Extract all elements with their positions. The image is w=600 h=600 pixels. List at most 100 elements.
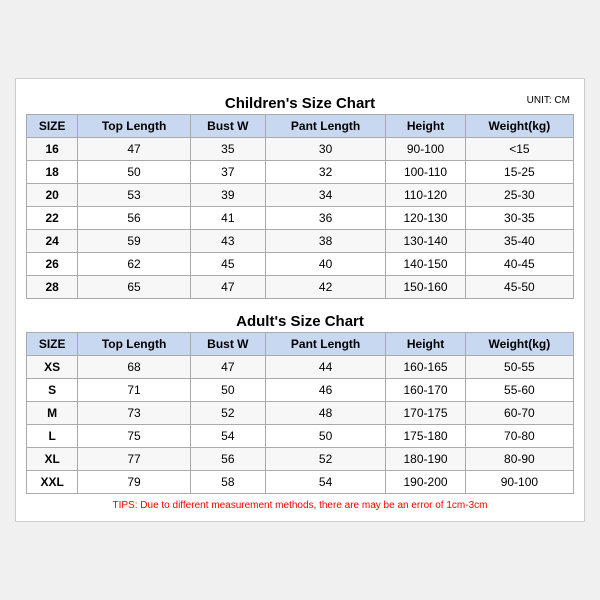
- table-cell: 59: [78, 230, 191, 253]
- table-cell: 90-100: [465, 471, 573, 494]
- table-cell: 20: [27, 184, 78, 207]
- table-cell: 46: [265, 379, 385, 402]
- table-cell: <15: [465, 138, 573, 161]
- table-cell: 190-200: [386, 471, 465, 494]
- table-cell: 45: [190, 253, 265, 276]
- table-cell: 22: [27, 207, 78, 230]
- tips-text: TIPS: Due to different measurement metho…: [26, 500, 574, 511]
- table-cell: XXL: [27, 471, 78, 494]
- table-cell: S: [27, 379, 78, 402]
- children-table: SIZE Top Length Bust W Pant Length Heigh…: [26, 114, 574, 299]
- table-cell: M: [27, 402, 78, 425]
- table-cell: 16: [27, 138, 78, 161]
- table-cell: 30-35: [465, 207, 573, 230]
- table-cell: 71: [78, 379, 191, 402]
- table-cell: 62: [78, 253, 191, 276]
- table-cell: 37: [190, 161, 265, 184]
- table-cell: 130-140: [386, 230, 465, 253]
- table-cell: 28: [27, 276, 78, 299]
- children-col-weight: Weight(kg): [465, 115, 573, 138]
- table-row: S715046160-17055-60: [27, 379, 574, 402]
- table-cell: 120-130: [386, 207, 465, 230]
- chart-container: Children's Size Chart UNIT: CM SIZE Top …: [15, 78, 585, 522]
- table-cell: 48: [265, 402, 385, 425]
- children-col-height: Height: [386, 115, 465, 138]
- table-cell: XS: [27, 356, 78, 379]
- table-cell: 35: [190, 138, 265, 161]
- table-cell: 70-80: [465, 425, 573, 448]
- adult-title-text: Adult's Size Chart: [236, 313, 364, 330]
- children-col-top-length: Top Length: [78, 115, 191, 138]
- children-col-bust: Bust W: [190, 115, 265, 138]
- table-cell: 160-170: [386, 379, 465, 402]
- table-cell: L: [27, 425, 78, 448]
- adult-table-body: XS684744160-16550-55S715046160-17055-60M…: [27, 356, 574, 494]
- children-section-title: Children's Size Chart UNIT: CM: [26, 89, 574, 114]
- table-cell: 58: [190, 471, 265, 494]
- table-cell: 180-190: [386, 448, 465, 471]
- table-cell: 110-120: [386, 184, 465, 207]
- table-cell: 52: [190, 402, 265, 425]
- table-row: XXL795854190-20090-100: [27, 471, 574, 494]
- table-cell: 50: [265, 425, 385, 448]
- table-cell: 45-50: [465, 276, 573, 299]
- table-row: 24594338130-14035-40: [27, 230, 574, 253]
- table-cell: 77: [78, 448, 191, 471]
- adult-section-title: Adult's Size Chart: [26, 307, 574, 332]
- adult-col-bust: Bust W: [190, 333, 265, 356]
- table-cell: 79: [78, 471, 191, 494]
- adult-col-pant-length: Pant Length: [265, 333, 385, 356]
- table-row: XL775652180-19080-90: [27, 448, 574, 471]
- table-cell: XL: [27, 448, 78, 471]
- table-row: 1647353090-100<15: [27, 138, 574, 161]
- children-table-body: 1647353090-100<1518503732100-11015-25205…: [27, 138, 574, 299]
- table-row: 22564136120-13030-35: [27, 207, 574, 230]
- table-cell: 36: [265, 207, 385, 230]
- table-cell: 56: [78, 207, 191, 230]
- unit-label: UNIT: CM: [527, 95, 570, 106]
- table-cell: 54: [190, 425, 265, 448]
- table-cell: 140-150: [386, 253, 465, 276]
- table-row: XS684744160-16550-55: [27, 356, 574, 379]
- children-col-pant-length: Pant Length: [265, 115, 385, 138]
- table-cell: 90-100: [386, 138, 465, 161]
- table-cell: 18: [27, 161, 78, 184]
- table-cell: 80-90: [465, 448, 573, 471]
- table-cell: 68: [78, 356, 191, 379]
- table-cell: 60-70: [465, 402, 573, 425]
- table-cell: 65: [78, 276, 191, 299]
- table-cell: 52: [265, 448, 385, 471]
- table-cell: 15-25: [465, 161, 573, 184]
- table-cell: 30: [265, 138, 385, 161]
- adult-col-height: Height: [386, 333, 465, 356]
- table-cell: 50-55: [465, 356, 573, 379]
- table-cell: 54: [265, 471, 385, 494]
- adult-header-row: SIZE Top Length Bust W Pant Length Heigh…: [27, 333, 574, 356]
- table-cell: 56: [190, 448, 265, 471]
- table-cell: 35-40: [465, 230, 573, 253]
- adult-col-size: SIZE: [27, 333, 78, 356]
- table-row: 26624540140-15040-45: [27, 253, 574, 276]
- adult-table: SIZE Top Length Bust W Pant Length Heigh…: [26, 332, 574, 494]
- table-cell: 75: [78, 425, 191, 448]
- table-row: L755450175-18070-80: [27, 425, 574, 448]
- table-cell: 40: [265, 253, 385, 276]
- table-cell: 47: [190, 356, 265, 379]
- table-cell: 53: [78, 184, 191, 207]
- table-row: M735248170-17560-70: [27, 402, 574, 425]
- table-cell: 34: [265, 184, 385, 207]
- table-cell: 150-160: [386, 276, 465, 299]
- table-cell: 50: [190, 379, 265, 402]
- table-cell: 73: [78, 402, 191, 425]
- children-col-size: SIZE: [27, 115, 78, 138]
- table-cell: 44: [265, 356, 385, 379]
- table-cell: 42: [265, 276, 385, 299]
- table-cell: 39: [190, 184, 265, 207]
- table-cell: 175-180: [386, 425, 465, 448]
- table-cell: 47: [78, 138, 191, 161]
- table-row: 18503732100-11015-25: [27, 161, 574, 184]
- table-cell: 55-60: [465, 379, 573, 402]
- table-cell: 24: [27, 230, 78, 253]
- children-header-row: SIZE Top Length Bust W Pant Length Heigh…: [27, 115, 574, 138]
- table-cell: 50: [78, 161, 191, 184]
